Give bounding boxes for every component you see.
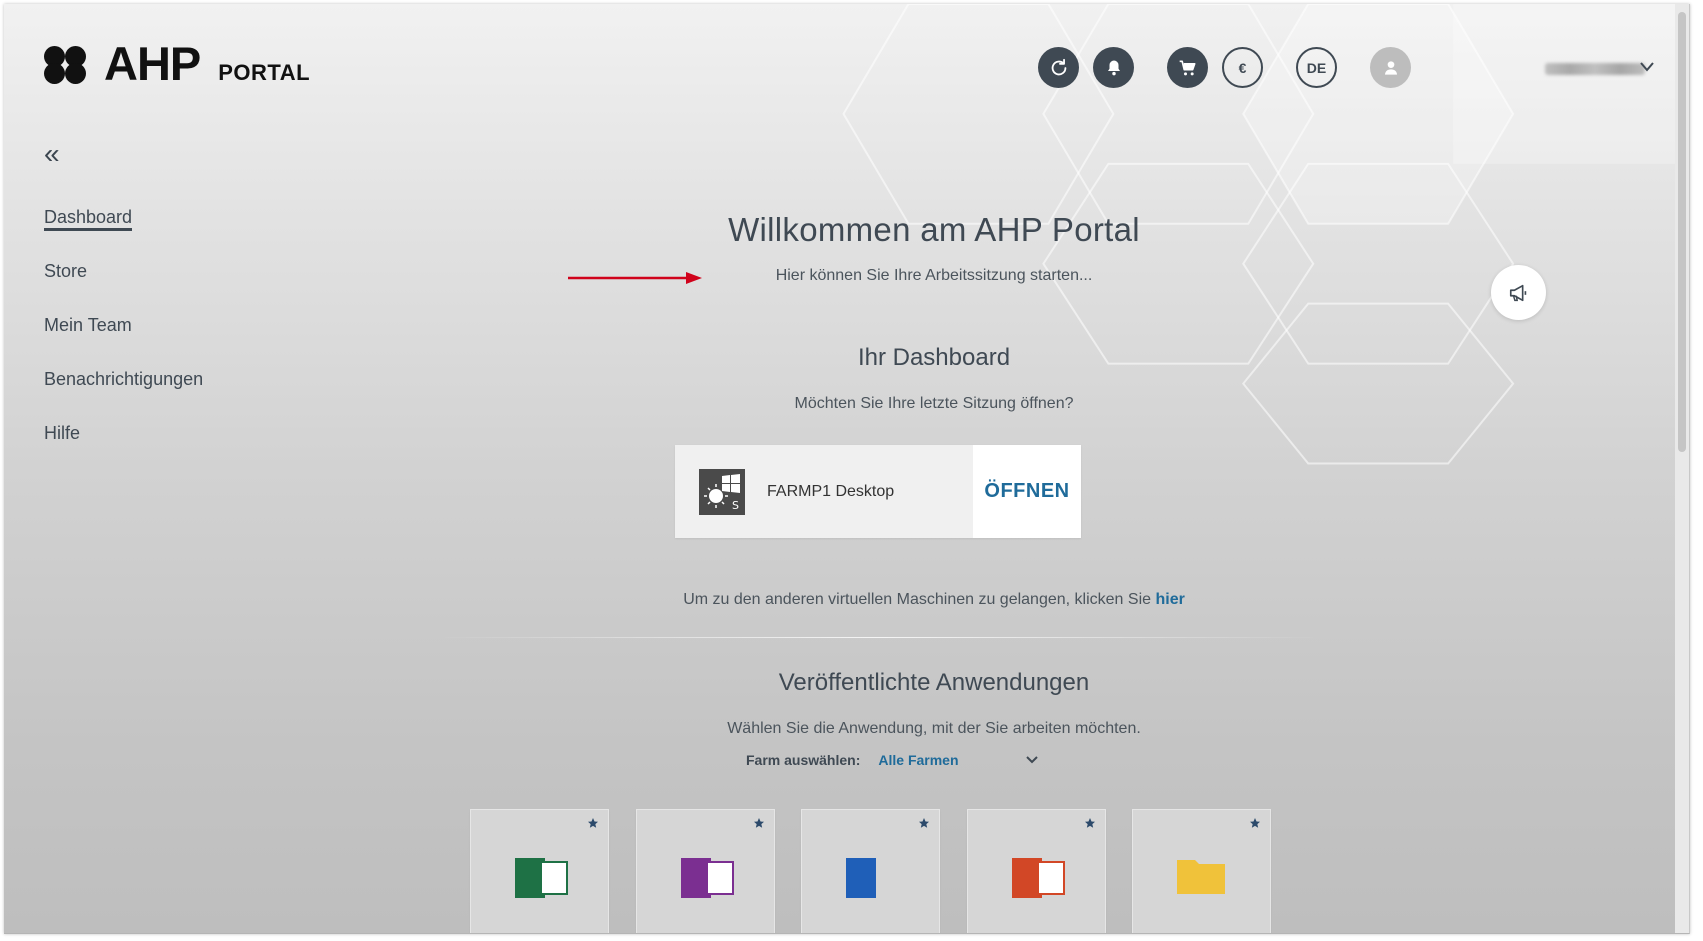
- refresh-icon: [1051, 58, 1066, 75]
- farm-value: Alle Farmen: [878, 752, 959, 768]
- dashboard-question: Möchten Sie Ihre letzte Sitzung öffnen?: [794, 395, 1074, 412]
- folder-icon: [1177, 860, 1225, 894]
- onenote-icon: [681, 858, 734, 898]
- megaphone-icon: [1509, 284, 1526, 301]
- chevron-down-icon: [1640, 62, 1654, 72]
- app-tile-onenote[interactable]: [636, 809, 775, 933]
- page-subtitle: Hier können Sie Ihre Arbeitssitzung star…: [775, 267, 1093, 284]
- section-divider: [429, 637, 1329, 638]
- app-tile-word[interactable]: [801, 809, 940, 933]
- star-icon[interactable]: [1249, 817, 1261, 829]
- logo-subtext: PORTAL: [218, 60, 311, 85]
- ahp-logo[interactable]: AHP PORTAL: [44, 37, 311, 90]
- last-session-card[interactable]: S FARMP1 Desktop ÖFFNEN: [675, 445, 1081, 538]
- chevron-down-icon: [1026, 756, 1039, 764]
- user-menu-toggle[interactable]: [1636, 56, 1658, 78]
- sidebar-item-benachrichtigungen[interactable]: Benachrichtigungen: [44, 366, 203, 420]
- sidebar-collapse-button[interactable]: «: [44, 140, 60, 168]
- farm-label: Farm auswählen:: [746, 752, 861, 768]
- page-title: Willkommen am AHP Portal: [728, 211, 1140, 248]
- other-vms-label: Um zu den anderen virtuellen Maschinen z…: [683, 591, 1152, 608]
- word-icon: [846, 858, 876, 898]
- logo-text: AHP: [104, 37, 201, 90]
- session-name: FARMP1 Desktop: [767, 482, 895, 500]
- logo-dots-icon: [44, 46, 94, 84]
- windows-server-icon: S: [699, 468, 745, 515]
- announcement-button[interactable]: [1491, 265, 1546, 320]
- apps-heading: Veröffentlichte Anwendungen: [778, 669, 1090, 696]
- app-window: AHP PORTAL € DE « Dashboard Store Mein T…: [4, 4, 1690, 934]
- bell-icon: [1107, 60, 1120, 75]
- sidebar-item-hilfe[interactable]: Hilfe: [44, 420, 203, 474]
- app-tile-powerpoint[interactable]: [967, 809, 1106, 933]
- sidebar-item-dashboard[interactable]: Dashboard: [44, 204, 203, 258]
- user-icon: [1384, 60, 1397, 75]
- currency-button[interactable]: €: [1222, 47, 1263, 88]
- excel-icon: [515, 858, 568, 898]
- star-icon[interactable]: [753, 817, 765, 829]
- sidebar-item-mein-team[interactable]: Mein Team: [44, 312, 203, 366]
- svg-text:S: S: [732, 499, 739, 512]
- dashboard-heading: Ihr Dashboard: [857, 344, 1011, 371]
- user-name-redacted[interactable]: [1545, 63, 1645, 75]
- sidebar-item-store[interactable]: Store: [44, 258, 203, 312]
- session-info: S FARMP1 Desktop: [675, 445, 973, 538]
- language-button[interactable]: DE: [1296, 47, 1337, 88]
- cart-button[interactable]: [1167, 47, 1208, 88]
- page-scrollbar[interactable]: [1675, 4, 1689, 933]
- farm-filter: Farm auswählen: Alle Farmen: [746, 752, 1039, 768]
- euro-icon: €: [1238, 59, 1247, 76]
- star-icon[interactable]: [587, 817, 599, 829]
- star-icon[interactable]: [918, 817, 930, 829]
- user-avatar[interactable]: [1370, 47, 1411, 88]
- open-session-button[interactable]: ÖFFNEN: [973, 445, 1081, 538]
- other-vms-link[interactable]: hier: [1155, 591, 1184, 608]
- cart-icon: [1179, 60, 1195, 75]
- notifications-button[interactable]: [1093, 47, 1134, 88]
- double-chevron-left-icon: «: [44, 138, 60, 169]
- app-tile-explorer[interactable]: [1132, 809, 1271, 933]
- refresh-button[interactable]: [1038, 47, 1079, 88]
- app-tile-excel[interactable]: [470, 809, 609, 933]
- sidebar-nav: Dashboard Store Mein Team Benachrichtigu…: [44, 204, 203, 474]
- powerpoint-icon: [1012, 858, 1065, 898]
- farm-select[interactable]: Alle Farmen: [878, 752, 1039, 768]
- other-vms-text: Um zu den anderen virtuellen Maschinen z…: [449, 591, 1419, 609]
- apps-prompt: Wählen Sie die Anwendung, mit der Sie ar…: [727, 720, 1141, 737]
- language-label: DE: [1306, 59, 1327, 76]
- star-icon[interactable]: [1084, 817, 1096, 829]
- scrollbar-thumb[interactable]: [1678, 12, 1686, 452]
